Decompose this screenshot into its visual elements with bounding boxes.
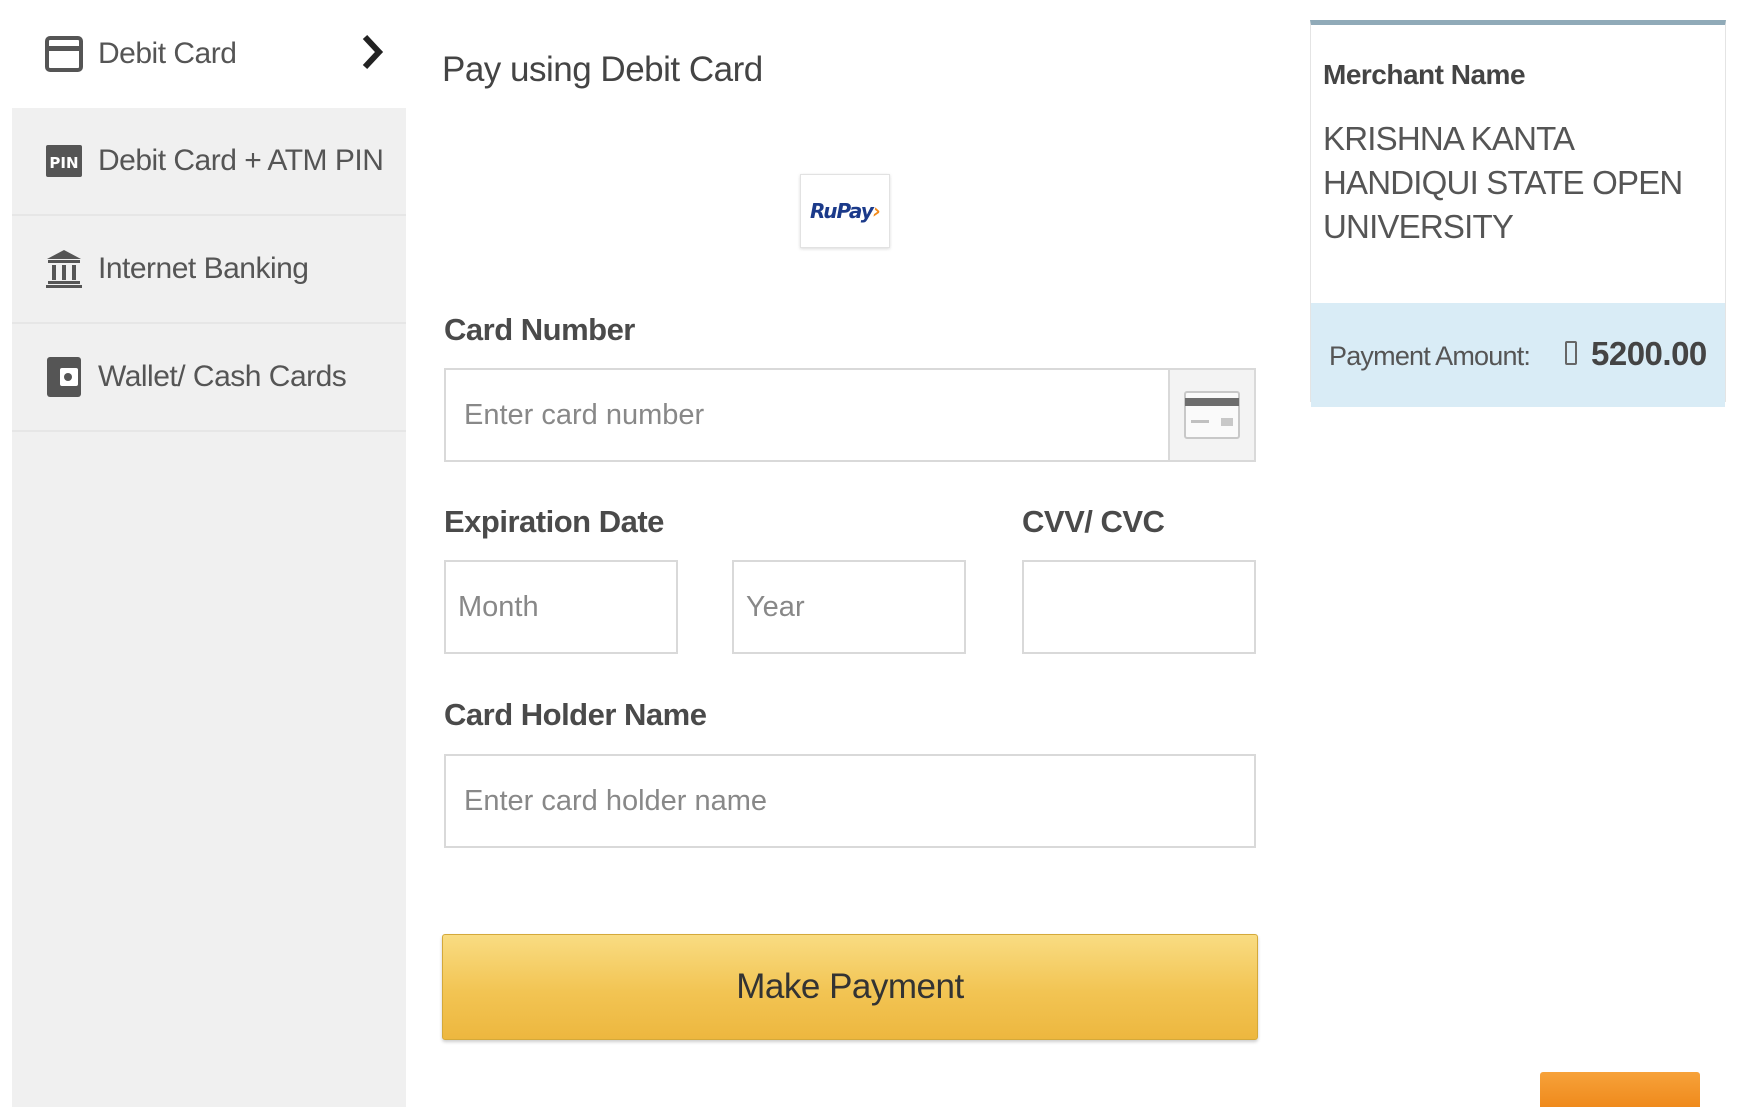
sidebar-item-label: Debit Card + ATM PIN	[98, 144, 384, 177]
sidebar-item-internet-banking[interactable]: Internet Banking	[12, 216, 406, 324]
merchant-name-label: Merchant Name	[1323, 59, 1526, 90]
sidebar-item-wallet-cash-cards[interactable]: Wallet/ Cash Cards	[12, 324, 406, 432]
merchant-name: KRISHNA KANTA HANDIQUI STATE OPEN UNIVER…	[1323, 120, 1683, 245]
currency-icon	[1565, 341, 1577, 365]
card-holder-name-input[interactable]	[444, 754, 1256, 848]
credit-card-icon	[44, 34, 84, 74]
card-number-input[interactable]	[446, 370, 1174, 460]
card-holder-name-label: Card Holder Name	[444, 697, 707, 732]
wallet-icon	[44, 357, 84, 397]
sidebar-item-label: Wallet/ Cash Cards	[98, 360, 347, 393]
rupay-arrow-icon: ›	[872, 199, 881, 223]
sidebar-item-label: Debit Card	[98, 37, 237, 70]
merchant-panel: Merchant Name KRISHNA KANTA HANDIQUI STA…	[1310, 20, 1726, 407]
page-title: Pay using Debit Card	[442, 50, 763, 89]
payment-amount-label: Payment Amount:	[1329, 341, 1531, 371]
chevron-right-icon	[354, 32, 390, 72]
rupay-logo-text: RuPay	[809, 199, 874, 223]
sidebar-item-label: Internet Banking	[98, 252, 309, 285]
cvv-input[interactable]	[1022, 560, 1256, 654]
make-payment-button[interactable]: Make Payment	[442, 934, 1258, 1040]
cvv-label: CVV/ CVC	[1022, 504, 1165, 539]
payment-amount-value: 5200.00	[1591, 335, 1707, 372]
card-number-label: Card Number	[444, 312, 635, 347]
sidebar-item-debit-card[interactable]: Debit Card	[12, 0, 406, 108]
expiration-date-label: Expiration Date	[444, 504, 664, 539]
payment-amount-bar: Payment Amount: 5200.00	[1311, 303, 1725, 407]
pin-icon: PIN	[44, 141, 84, 181]
svg-text:PIN: PIN	[49, 154, 78, 172]
rupay-logo: RuPay ›	[800, 174, 890, 248]
payment-method-sidebar: Debit Card PIN Debit Card + ATM PIN Inte…	[12, 0, 406, 1107]
cut-off-orange-button[interactable]	[1540, 1072, 1700, 1107]
expiry-month-input[interactable]	[444, 560, 678, 654]
card-icon	[1168, 370, 1254, 460]
card-number-field-group	[444, 368, 1256, 462]
sidebar-item-debit-card-atm-pin[interactable]: PIN Debit Card + ATM PIN	[12, 108, 406, 216]
bank-icon	[44, 249, 84, 289]
payment-page: Debit Card PIN Debit Card + ATM PIN Inte…	[0, 0, 1738, 1107]
expiry-year-input[interactable]	[732, 560, 966, 654]
